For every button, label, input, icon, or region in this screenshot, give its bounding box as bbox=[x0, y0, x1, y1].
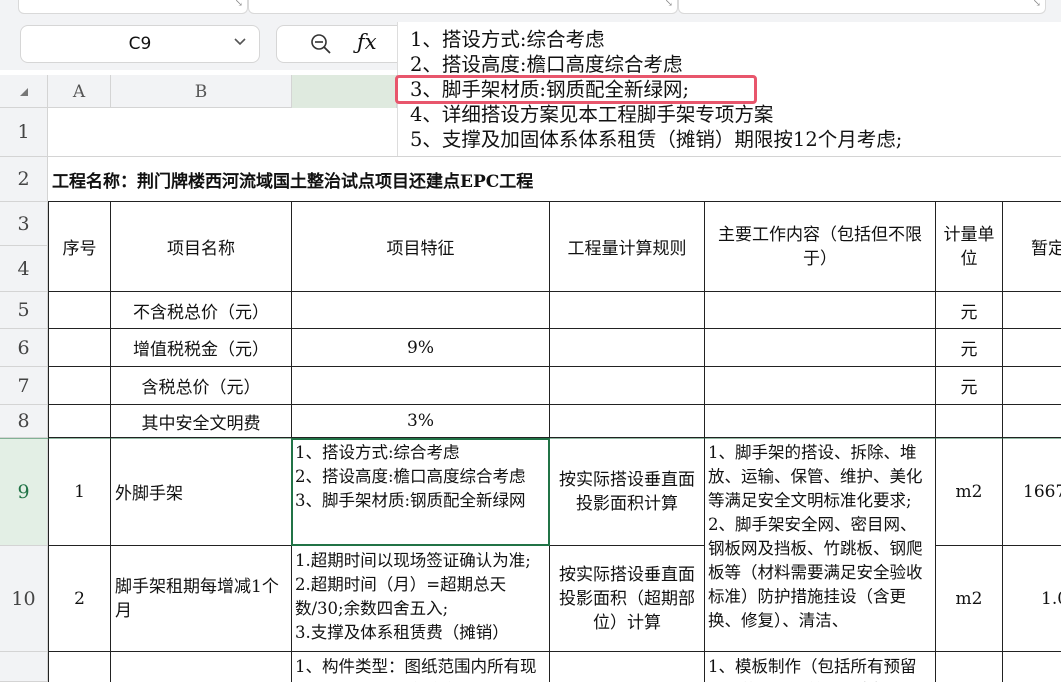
cell-g11[interactable] bbox=[1003, 652, 1061, 682]
cell-a6[interactable] bbox=[48, 329, 111, 367]
cell-b6[interactable]: 增值税税金（元） bbox=[111, 329, 292, 367]
function-icon[interactable]: ƒx bbox=[357, 30, 377, 54]
row-header-7[interactable]: 7 bbox=[0, 367, 48, 405]
cell-c6[interactable]: 9% bbox=[292, 329, 550, 367]
name-box-value: C9 bbox=[128, 34, 152, 54]
row-header-6[interactable]: 6 bbox=[0, 329, 48, 367]
cell-e11[interactable]: 1、模板制作（包括所有预留预埋的留设，并考虑支撑 bbox=[705, 652, 936, 682]
cell-a9[interactable]: 1 bbox=[48, 438, 111, 546]
highlight-annotation bbox=[395, 75, 757, 104]
column-header-c[interactable] bbox=[292, 75, 397, 108]
row-header-4[interactable]: 4 bbox=[0, 246, 48, 292]
cell-b11[interactable] bbox=[111, 652, 292, 682]
row-header-9[interactable]: 9 bbox=[0, 438, 48, 546]
cell-c7[interactable] bbox=[292, 367, 550, 405]
cell-d10[interactable]: 按实际搭设垂直面投影面积（超期部位）计算 bbox=[550, 546, 705, 652]
dialog-launcher-icon[interactable]: ↘ bbox=[665, 0, 673, 9]
cell-e8[interactable] bbox=[705, 405, 936, 438]
cell-a11[interactable] bbox=[48, 652, 111, 682]
cell-f11[interactable] bbox=[936, 652, 1003, 682]
cell-d7[interactable] bbox=[550, 367, 705, 405]
formula-line: 4、详细搭设方案见本工程脚手架专项方案 bbox=[410, 103, 774, 126]
header-unit[interactable]: 计量单位 bbox=[936, 202, 1003, 292]
cell-g10[interactable]: 1.0 bbox=[1003, 546, 1061, 652]
row-header-3[interactable]: 3 bbox=[0, 202, 48, 246]
cell-e7[interactable] bbox=[705, 367, 936, 405]
cell-d11[interactable] bbox=[550, 652, 705, 682]
cell-g6[interactable] bbox=[1003, 329, 1061, 367]
chevron-down-icon[interactable] bbox=[233, 34, 247, 52]
cell-f7[interactable]: 元 bbox=[936, 367, 1003, 405]
header-name[interactable]: 项目名称 bbox=[111, 202, 292, 292]
cell-c8[interactable]: 3% bbox=[292, 405, 550, 438]
cell-e5[interactable] bbox=[705, 292, 936, 329]
cell-f5[interactable]: 元 bbox=[936, 292, 1003, 329]
cell-g8[interactable] bbox=[1003, 405, 1061, 438]
header-feature[interactable]: 项目特征 bbox=[292, 202, 550, 292]
column-header-b[interactable]: B bbox=[111, 75, 292, 108]
header-work[interactable]: 主要工作内容（包括但不限于） bbox=[705, 202, 936, 292]
column-header-a[interactable]: A bbox=[48, 75, 111, 108]
cell-f6[interactable]: 元 bbox=[936, 329, 1003, 367]
dialog-launcher-icon[interactable]: ↘ bbox=[1033, 0, 1041, 9]
cell-f10[interactable]: m2 bbox=[936, 546, 1003, 652]
formula-line: 5、支撑及加固体系体系租赁（摊销）期限按12个月考虑; bbox=[410, 128, 903, 151]
cell-a5[interactable] bbox=[48, 292, 111, 329]
cell-e6[interactable] bbox=[705, 329, 936, 367]
cell-b7[interactable]: 含税总价（元） bbox=[111, 367, 292, 405]
row-header-10[interactable]: 10 bbox=[0, 546, 48, 652]
cell-a7[interactable] bbox=[48, 367, 111, 405]
dialog-launcher-icon[interactable]: ↘ bbox=[235, 0, 243, 9]
cell-b10[interactable]: 脚手架租期每增减1个月 bbox=[111, 546, 292, 652]
cell-f9[interactable]: m2 bbox=[936, 438, 1003, 546]
ribbon-group-font[interactable]: ↘ bbox=[18, 0, 248, 14]
cell-c10[interactable]: 1.超期时间以现场签证确认为准; 2.超期时间（月）=超期总天数/30;余数四舍… bbox=[292, 546, 550, 652]
header-rule[interactable]: 工程量计算规则 bbox=[550, 202, 705, 292]
cell-g9[interactable]: 16670 bbox=[1003, 438, 1061, 546]
row-header-1[interactable]: 1 bbox=[0, 108, 48, 157]
row-header-8[interactable]: 8 bbox=[0, 405, 48, 438]
cell-g5[interactable] bbox=[1003, 292, 1061, 329]
name-box[interactable]: C9 bbox=[20, 25, 260, 63]
cell-a10[interactable]: 2 bbox=[48, 546, 111, 652]
formula-line: 2、搭设高度:檐口高度综合考虑 bbox=[410, 53, 683, 76]
row-header-11[interactable] bbox=[0, 652, 48, 682]
cell-b9[interactable]: 外脚手架 bbox=[111, 438, 292, 546]
cell-d5[interactable] bbox=[550, 292, 705, 329]
cell-f8[interactable] bbox=[936, 405, 1003, 438]
cell-c11[interactable]: 1、构件类型：图纸范围内所有现浇混凝土构件，包含各类零星 bbox=[292, 652, 550, 682]
cell-d6[interactable] bbox=[550, 329, 705, 367]
cell-b8[interactable]: 其中安全文明费 bbox=[111, 405, 292, 438]
select-all-corner[interactable] bbox=[0, 75, 48, 108]
formula-line: 1、搭设方式:综合考虑 bbox=[410, 28, 605, 51]
row-header-2[interactable]: 2 bbox=[0, 157, 48, 202]
cell-b5[interactable]: 不含税总价（元） bbox=[111, 292, 292, 329]
formula-tools: ƒx bbox=[276, 25, 406, 63]
project-title: 工程名称：荆门牌楼西河流域国土整治试点项目还建点EPC工程 bbox=[52, 171, 534, 192]
cell-e9-merged[interactable]: 1、脚手架的搭设、拆除、堆放、运输、保管、维护、美化等满足安全文明标准化要求; … bbox=[705, 438, 936, 652]
cell-g7[interactable] bbox=[1003, 367, 1061, 405]
cell-d9[interactable]: 按实际搭设垂直面投影面积计算 bbox=[550, 438, 705, 546]
active-cell-border bbox=[291, 438, 550, 546]
project-title-cell[interactable]: 工程名称：荆门牌楼西河流域国土整治试点项目还建点EPC工程 bbox=[48, 157, 1061, 202]
row-header-5[interactable]: 5 bbox=[0, 292, 48, 329]
row-1-cells[interactable] bbox=[48, 108, 397, 157]
cell-d8[interactable] bbox=[550, 405, 705, 438]
ribbon-group-alignment[interactable]: ↘ bbox=[248, 0, 678, 14]
ribbon-group-number[interactable]: ↘ bbox=[678, 0, 1046, 14]
header-seq[interactable]: 序号 bbox=[48, 202, 111, 292]
zoom-out-icon[interactable] bbox=[309, 32, 333, 60]
cell-a8[interactable] bbox=[48, 405, 111, 438]
cell-c5[interactable] bbox=[292, 292, 550, 329]
header-est[interactable]: 暂定 bbox=[1003, 202, 1061, 292]
